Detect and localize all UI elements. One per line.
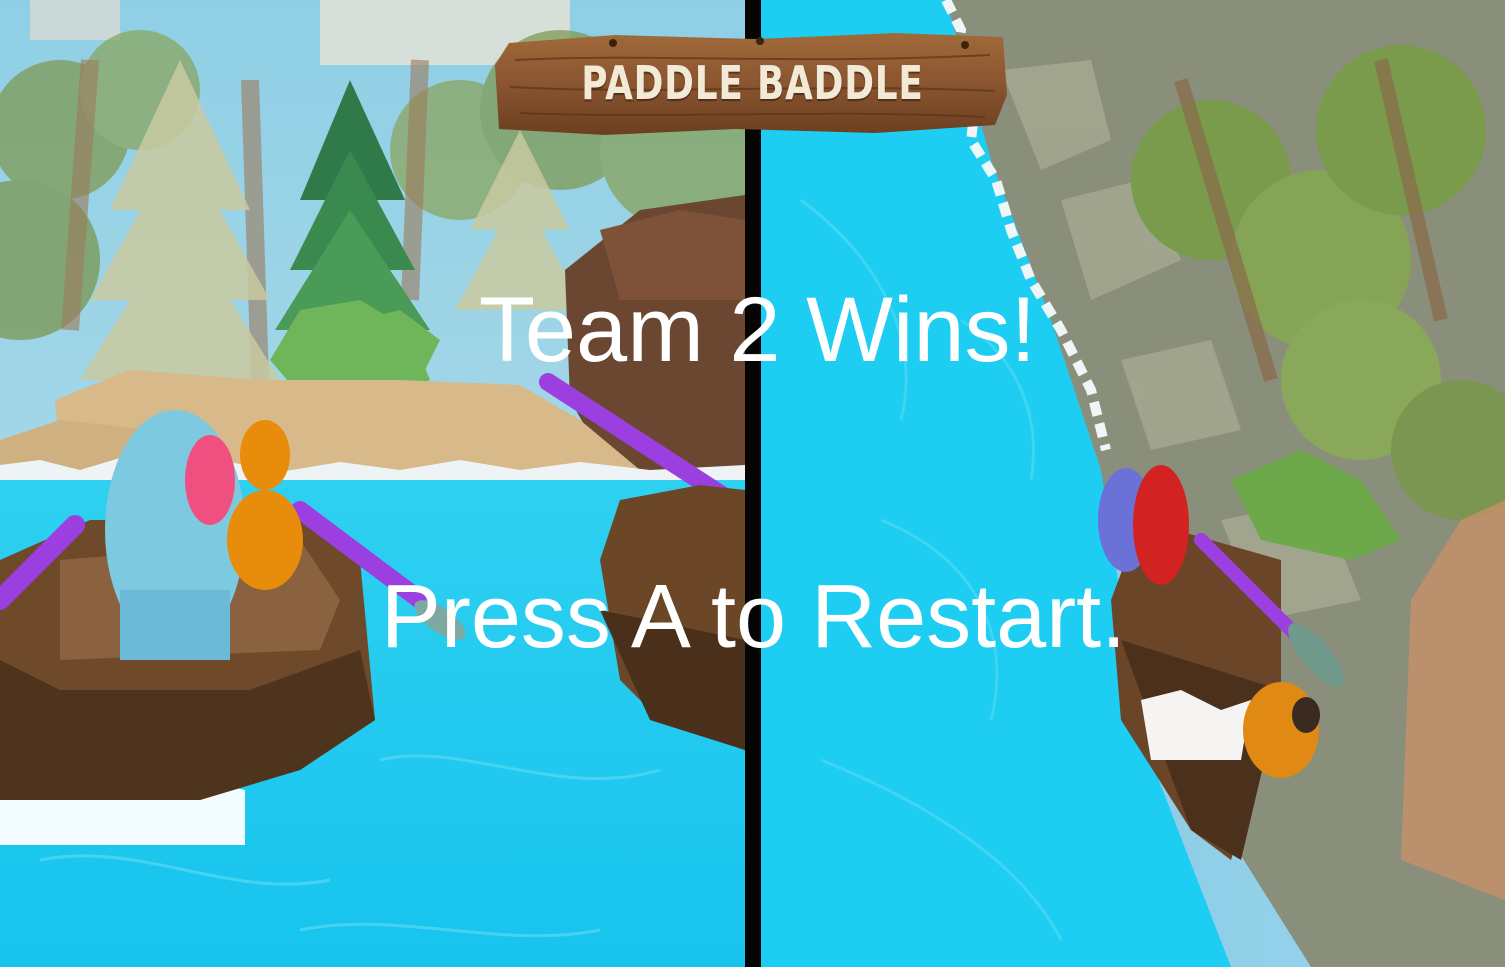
waterfall-scene [761, 0, 1505, 967]
restart-prompt: Press A to Restart. [380, 567, 1127, 667]
lake-scene [0, 0, 745, 967]
player-2-view [761, 0, 1505, 967]
win-message: Team 2 Wins! [478, 279, 1037, 381]
game-title: PADDLE BADDLE [581, 56, 924, 110]
game-logo: PADDLE BADDLE [495, 25, 1010, 137]
split-screen-divider [745, 0, 761, 967]
player-1-view [0, 0, 745, 967]
